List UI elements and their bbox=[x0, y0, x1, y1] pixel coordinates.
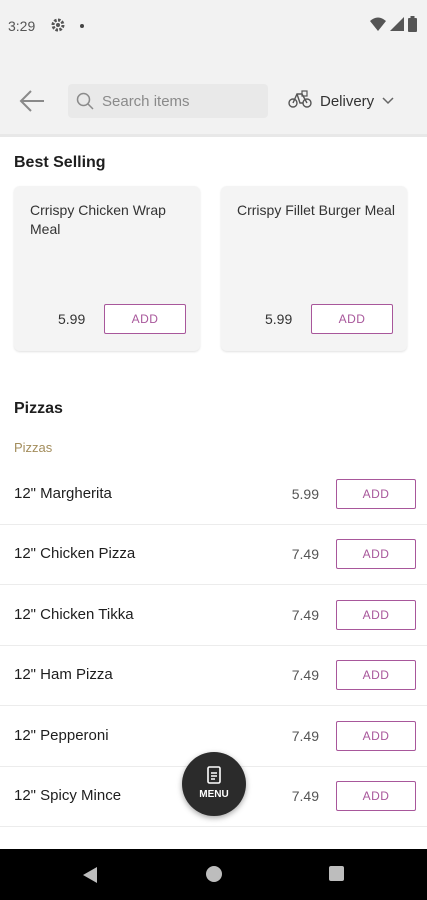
header-divider bbox=[0, 134, 427, 137]
menu-fab-label: MENU bbox=[199, 789, 229, 800]
menu-item-name: 12" Chicken Pizza bbox=[14, 545, 136, 562]
best-item-name: Crrispy Fillet Burger Meal bbox=[237, 202, 395, 218]
best-selling-card[interactable]: Crrispy Chicken Wrap Meal 5.99 ADD bbox=[14, 186, 200, 351]
menu-item-name: 12" Spicy Mince bbox=[14, 787, 122, 804]
menu-item-row[interactable]: 12" Chicken Tikka 7.49 ADD bbox=[0, 585, 427, 646]
nav-back-icon[interactable] bbox=[82, 866, 98, 889]
menu-item-name: 12" Ham Pizza bbox=[14, 666, 113, 683]
back-button[interactable] bbox=[18, 88, 46, 114]
add-button[interactable]: ADD bbox=[336, 721, 416, 751]
notification-dot-icon bbox=[80, 24, 84, 28]
best-selling-card[interactable]: Crrispy Fillet Burger Meal 5.99 ADD bbox=[221, 186, 407, 351]
menu-document-icon bbox=[207, 766, 221, 789]
delivery-bike-icon bbox=[288, 89, 312, 113]
pizzas-title: Pizzas bbox=[14, 400, 63, 417]
menu-item-name: 12" Margherita bbox=[14, 485, 112, 502]
signal-icon bbox=[390, 17, 404, 36]
status-time: 3:29 bbox=[8, 18, 36, 34]
menu-item-name: 12" Chicken Tikka bbox=[14, 606, 134, 623]
top-bar: Delivery bbox=[0, 56, 427, 134]
menu-item-row[interactable]: 12" Margherita 5.99 ADD bbox=[0, 464, 427, 525]
nav-recents-icon[interactable] bbox=[329, 866, 344, 881]
delivery-label: Delivery bbox=[320, 92, 375, 110]
search-input[interactable] bbox=[102, 84, 262, 118]
add-button[interactable]: ADD bbox=[336, 539, 416, 569]
add-button[interactable]: ADD bbox=[336, 660, 416, 690]
menu-item-price: 7.49 bbox=[291, 667, 319, 683]
wifi-icon bbox=[370, 17, 386, 36]
battery-icon bbox=[408, 16, 417, 37]
chevron-down-icon bbox=[382, 92, 394, 110]
best-item-name: Crrispy Chicken Wrap Meal bbox=[30, 202, 166, 237]
menu-item-price: 5.99 bbox=[291, 486, 319, 502]
status-bar: 3:29 bbox=[0, 0, 427, 56]
gear-icon bbox=[50, 17, 66, 38]
search-box[interactable] bbox=[68, 84, 268, 118]
add-button[interactable]: ADD bbox=[104, 304, 186, 334]
menu-item-price: 7.49 bbox=[291, 788, 319, 804]
status-icons bbox=[370, 16, 417, 37]
best-item-price: 5.99 bbox=[265, 311, 293, 327]
nav-home-icon[interactable] bbox=[206, 866, 222, 882]
best-selling-title: Best Selling bbox=[14, 154, 106, 171]
menu-item-price: 7.49 bbox=[291, 728, 319, 744]
arrow-left-icon bbox=[19, 90, 44, 112]
menu-fab-button[interactable]: MENU bbox=[182, 752, 246, 816]
system-nav-bar bbox=[0, 849, 427, 900]
add-button[interactable]: ADD bbox=[311, 304, 393, 334]
add-button[interactable]: ADD bbox=[336, 600, 416, 630]
add-button[interactable]: ADD bbox=[336, 479, 416, 509]
delivery-selector[interactable]: Delivery bbox=[288, 88, 394, 114]
menu-item-price: 7.49 bbox=[291, 546, 319, 562]
menu-item-name: 12" Pepperoni bbox=[14, 727, 109, 744]
menu-item-price: 7.49 bbox=[291, 607, 319, 623]
best-item-price: 5.99 bbox=[58, 311, 86, 327]
menu-item-row[interactable]: 12" Chicken Pizza 7.49 ADD bbox=[0, 524, 427, 585]
search-icon bbox=[76, 92, 94, 115]
subcategory-label: Pizzas bbox=[14, 440, 53, 455]
menu-item-row[interactable]: 12" Ham Pizza 7.49 ADD bbox=[0, 645, 427, 706]
add-button[interactable]: ADD bbox=[336, 781, 416, 811]
